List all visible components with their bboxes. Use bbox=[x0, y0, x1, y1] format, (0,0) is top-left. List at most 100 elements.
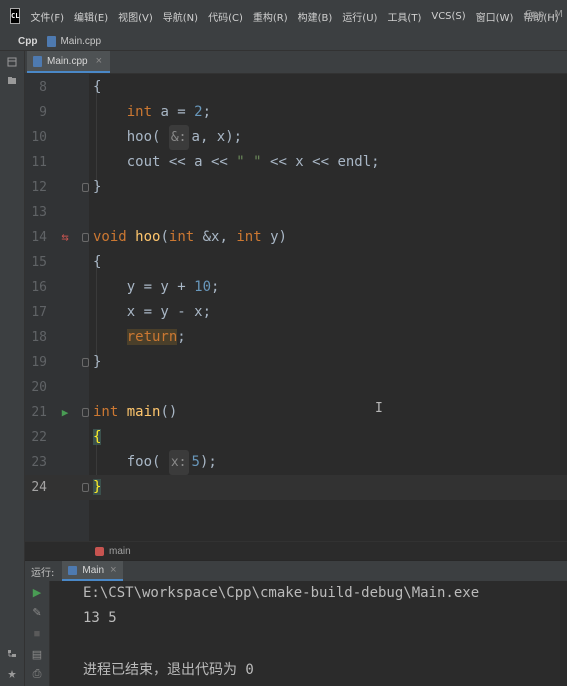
string-literal: " " bbox=[236, 154, 262, 170]
menu-view[interactable]: 视图(V) bbox=[118, 9, 153, 24]
code-line: 20 bbox=[25, 375, 567, 400]
structure-tool-icon[interactable] bbox=[7, 649, 17, 659]
line-number: 19 bbox=[31, 355, 47, 370]
nav-file[interactable]: Main.cpp bbox=[60, 36, 101, 47]
layout-icon[interactable]: ▤ bbox=[25, 645, 49, 663]
code-text: hoo( &: a, x); bbox=[93, 125, 242, 150]
code-line: 9 int a = 2; bbox=[25, 100, 567, 125]
parameter-hint: &: bbox=[168, 125, 189, 150]
code-text: } bbox=[93, 479, 102, 495]
window-title: Cpp - M bbox=[524, 9, 563, 20]
line-number: 21 bbox=[31, 405, 47, 420]
code-text: return; bbox=[126, 329, 186, 345]
menu-refactor[interactable]: 重构(R) bbox=[253, 9, 288, 24]
line-number: 16 bbox=[31, 280, 47, 295]
code-line: 22 { bbox=[25, 425, 567, 450]
code-text: int main() bbox=[93, 404, 178, 420]
breadcrumb-item-main[interactable]: main bbox=[109, 546, 131, 557]
recursive-call-icon[interactable]: ⇆ bbox=[59, 225, 71, 250]
wrench-icon[interactable]: ✎ bbox=[25, 603, 49, 621]
menu-build[interactable]: 构建(B) bbox=[298, 9, 333, 24]
clion-logo-icon: CL bbox=[10, 8, 21, 24]
code-text: } bbox=[93, 354, 102, 370]
code-text: } bbox=[93, 179, 102, 195]
fold-marker-icon[interactable] bbox=[82, 233, 89, 242]
code-line: 16 y = y + 10; bbox=[25, 275, 567, 300]
code-line: 14 ⇆ void hoo(int &x, int y) bbox=[25, 225, 567, 250]
parameter-hint: x: bbox=[168, 450, 189, 475]
rerun-icon[interactable]: ▶ bbox=[25, 583, 49, 601]
menu-run[interactable]: 运行(U) bbox=[342, 9, 377, 24]
code-text: cout << a << " " << x << endl; bbox=[93, 154, 380, 170]
code-text: { bbox=[93, 254, 102, 270]
run-header-label: 运行: bbox=[31, 567, 55, 579]
run-config-icon bbox=[68, 565, 78, 575]
line-number: 24 bbox=[31, 480, 47, 495]
code-editor[interactable]: 8 { 9 int a = 2; 10 hoo( &: a, x); 11 cou… bbox=[25, 74, 567, 541]
line-number: 17 bbox=[31, 305, 47, 320]
close-icon[interactable]: × bbox=[96, 55, 102, 67]
code-text: x = y - x; bbox=[93, 304, 212, 320]
breadcrumb: main bbox=[25, 541, 567, 560]
menu-file[interactable]: 文件(F) bbox=[30, 9, 64, 24]
console-line: 进程已结束，退出代码为 0 bbox=[83, 662, 254, 678]
line-number: 22 bbox=[31, 430, 47, 445]
fold-marker-icon[interactable] bbox=[82, 358, 89, 367]
cpp-file-icon bbox=[33, 55, 42, 67]
menu-bar: CL 文件(F) 编辑(E) 视图(V) 导航(N) 代码(C) 重构(R) 构… bbox=[0, 0, 567, 33]
print-icon[interactable]: ⎙ bbox=[25, 665, 49, 683]
code-line: 8 { bbox=[25, 75, 567, 100]
line-number: 20 bbox=[31, 380, 47, 395]
code-line: 19 } bbox=[25, 350, 567, 375]
menu-tools[interactable]: 工具(T) bbox=[387, 9, 421, 24]
line-number: 8 bbox=[39, 80, 47, 95]
fold-marker-icon[interactable] bbox=[82, 183, 89, 192]
code-text: y = y + 10; bbox=[93, 279, 220, 295]
run-tab-label: Main bbox=[82, 564, 105, 576]
code-text: foo( x: 5); bbox=[93, 450, 217, 475]
fold-marker-icon[interactable] bbox=[82, 483, 89, 492]
folder-icon[interactable] bbox=[7, 75, 17, 85]
code-text: int a = 2; bbox=[126, 104, 212, 120]
console-line: E:\CST\workspace\Cpp\cmake-build-debug\M… bbox=[83, 585, 480, 601]
left-tool-stripe bbox=[0, 51, 25, 686]
run-toolbar: ▶ ✎ ■ ▤ ⎙ bbox=[25, 581, 50, 686]
code-line: 12 } bbox=[25, 175, 567, 200]
code-line: 17 x = y - x; bbox=[25, 300, 567, 325]
close-icon[interactable]: × bbox=[110, 564, 116, 576]
menu-vcs[interactable]: VCS(S) bbox=[431, 11, 465, 22]
line-number: 23 bbox=[31, 455, 47, 470]
favorites-tool-icon[interactable] bbox=[7, 669, 17, 679]
current-code-line: 24 } bbox=[25, 475, 567, 500]
code-text: { bbox=[93, 79, 102, 95]
menu-navigate[interactable]: 导航(N) bbox=[163, 9, 198, 24]
code-line: 10 hoo( &: a, x); bbox=[25, 125, 567, 150]
code-line: 23 foo( x: 5); bbox=[25, 450, 567, 475]
console-line: 13 5 bbox=[83, 610, 117, 626]
cpp-file-icon bbox=[47, 35, 57, 47]
code-line: 18 return; bbox=[25, 325, 567, 350]
stop-icon[interactable]: ■ bbox=[25, 625, 49, 643]
menu-edit[interactable]: 编辑(E) bbox=[74, 9, 108, 24]
ide-window: CL 文件(F) 编辑(E) 视图(V) 导航(N) 代码(C) 重构(R) 构… bbox=[0, 0, 567, 686]
run-console[interactable]: E:\CST\workspace\Cpp\cmake-build-debug\M… bbox=[50, 581, 567, 686]
line-number: 15 bbox=[31, 255, 47, 270]
code-text: void hoo(int &x, int y) bbox=[93, 229, 287, 245]
tab-main-cpp[interactable]: Main.cpp × bbox=[27, 51, 111, 73]
code-line: 13 bbox=[25, 200, 567, 225]
line-number: 18 bbox=[31, 330, 47, 345]
run-gutter-icon[interactable]: ▶ bbox=[59, 400, 71, 425]
code-text: { bbox=[93, 429, 102, 445]
menu-window[interactable]: 窗口(W) bbox=[476, 9, 514, 24]
fold-marker-icon[interactable] bbox=[82, 408, 89, 417]
menu-code[interactable]: 代码(C) bbox=[208, 9, 243, 24]
nav-project[interactable]: Cpp bbox=[18, 36, 37, 47]
run-tab-main[interactable]: Main × bbox=[62, 561, 123, 581]
tab-label: Main.cpp bbox=[47, 55, 88, 67]
navigation-bar: Cpp Main.cpp bbox=[0, 32, 567, 51]
code-line: 15 { bbox=[25, 250, 567, 275]
run-tool-window-header: 运行: Main × bbox=[25, 560, 567, 581]
project-tool-icon[interactable] bbox=[7, 57, 17, 67]
line-number: 12 bbox=[31, 180, 47, 195]
line-number: 11 bbox=[31, 155, 47, 170]
